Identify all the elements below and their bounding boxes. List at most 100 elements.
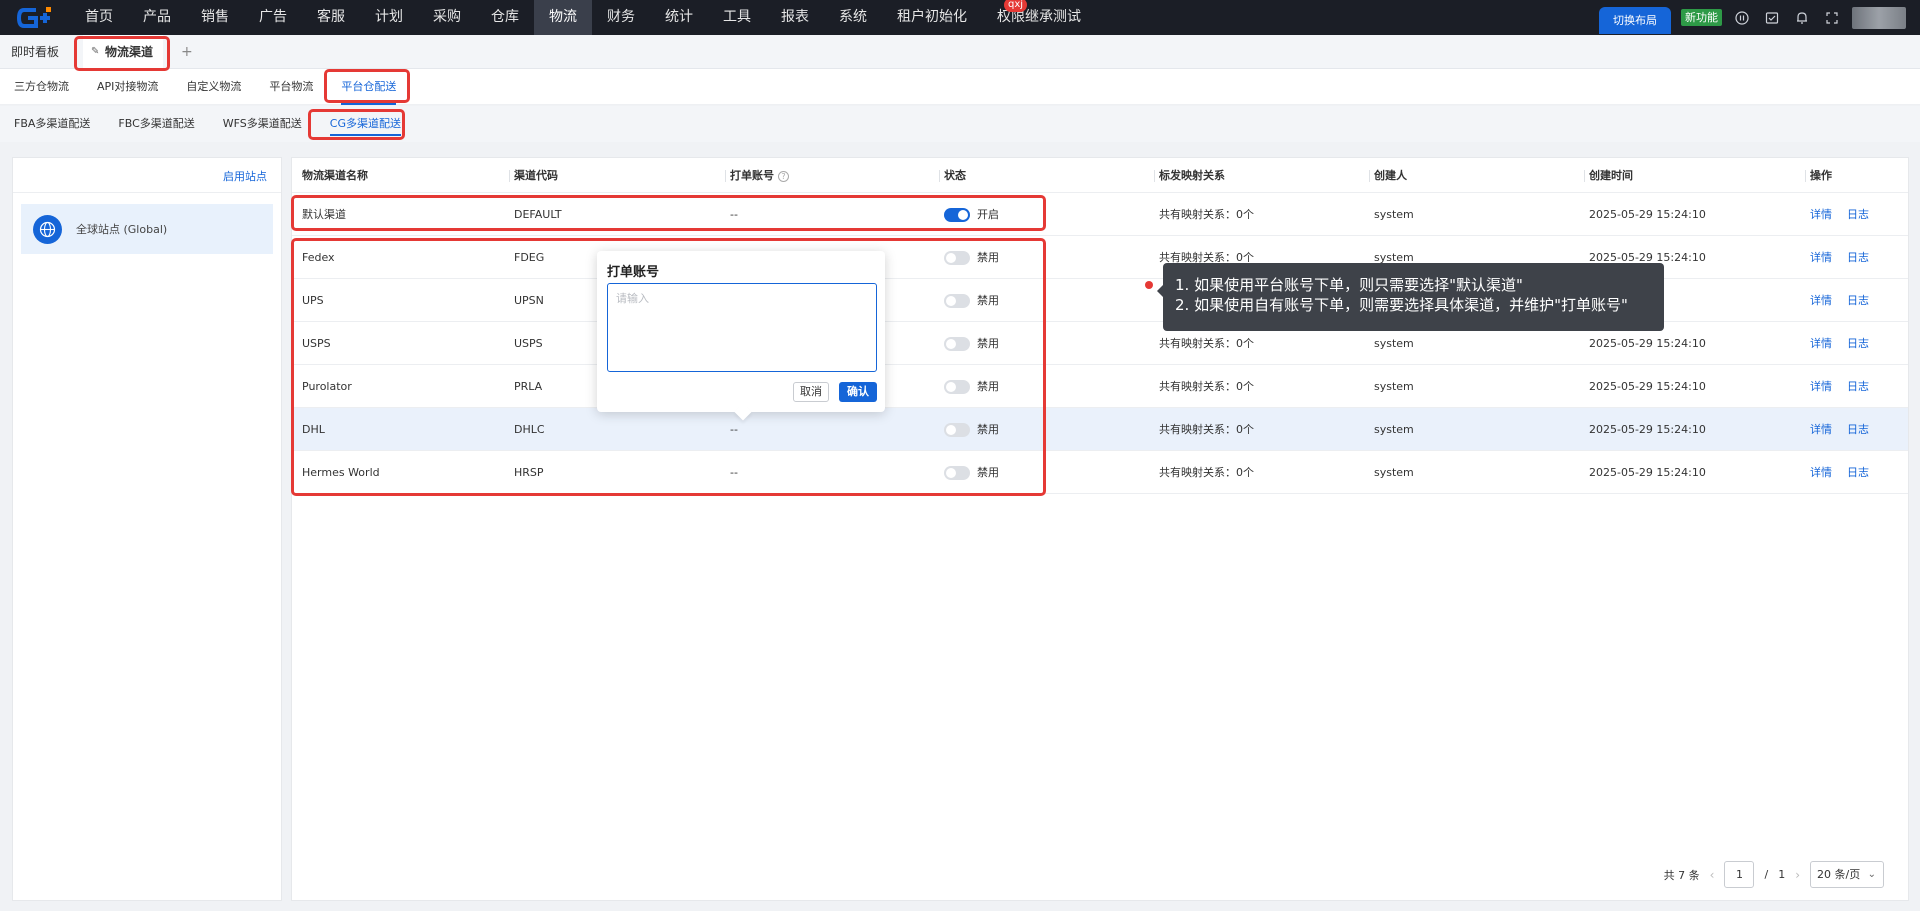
bell-icon[interactable]	[1792, 8, 1812, 28]
prev-page-icon[interactable]: ‹	[1710, 868, 1715, 882]
site-label: 全球站点 (Global)	[76, 223, 168, 236]
mapping-count: 共有映射关系：0个	[1159, 423, 1254, 436]
page-tab-bar: 即时看板 ✎ 物流渠道 +	[0, 34, 1920, 69]
channel-name: USPS	[302, 337, 331, 350]
site-item-global[interactable]: 全球站点 (Global)	[21, 204, 273, 254]
nav-item-4[interactable]: 客服	[302, 0, 360, 35]
log-link[interactable]: 日志	[1847, 408, 1869, 451]
detail-link[interactable]: 详情	[1810, 451, 1832, 494]
status-toggle[interactable]	[944, 466, 970, 480]
nav-item-8[interactable]: 物流	[534, 0, 592, 35]
account-input[interactable]	[607, 283, 877, 372]
mapping-count: 共有映射关系：0个	[1159, 466, 1254, 479]
current-page-input[interactable]: 1	[1724, 861, 1755, 888]
enable-site-link[interactable]: 启用站点	[223, 168, 267, 184]
mapping-count: 共有映射关系：0个	[1159, 380, 1254, 393]
table-row[interactable]: 默认渠道 DEFAULT -- 共有映射关系：0个 system 2025-05-29 1…	[292, 193, 1908, 236]
column-header-label: 状态	[944, 169, 966, 182]
status-label: 禁用	[977, 423, 999, 436]
channel-table-panel: 物流渠道名称 渠道代码 打单账号? 状态 标发映射关系 创建人 创建时间 操作 默认渠道 DEF…	[291, 157, 1909, 901]
status-toggle[interactable]	[944, 337, 970, 351]
confirm-button[interactable]: 确认	[839, 382, 877, 402]
log-link[interactable]: 日志	[1847, 365, 1869, 408]
table-row[interactable]: Fedex FDEG 共有映射关系：0个 system 2025-05-29 15:24…	[292, 236, 1908, 279]
nav-item-label: 租户初始化	[897, 9, 967, 25]
creator: system	[1374, 466, 1414, 479]
next-page-icon[interactable]: ›	[1795, 868, 1800, 882]
nav-item-13[interactable]: 系统	[824, 0, 882, 35]
subtab-0[interactable]: 三方仓物流	[0, 69, 83, 105]
table-row[interactable]: Hermes World HRSP -- 共有映射关系：0个 system 2025-05…	[292, 451, 1908, 494]
table-row[interactable]: USPS USPS 共有映射关系：0个 system 2025-05-29 15:24:…	[292, 322, 1908, 365]
tab-logistics-channel[interactable]: ✎ 物流渠道	[83, 34, 164, 69]
popover-title: 打单账号	[607, 265, 660, 280]
channel-code: USPS	[514, 337, 543, 350]
nav-item-6[interactable]: 采购	[418, 0, 476, 35]
detail-link[interactable]: 详情	[1810, 236, 1832, 279]
tooltip-line-1: 1. 如果使用平台账号下单，则只需要选择"默认渠道"	[1175, 276, 1523, 294]
help-icon[interactable]: ?	[778, 170, 789, 182]
subtab-3[interactable]: 平台物流	[255, 69, 327, 105]
status-toggle[interactable]	[944, 380, 970, 394]
nav-item-3[interactable]: 广告	[244, 0, 302, 35]
tab-dashboard[interactable]: 即时看板	[0, 35, 69, 69]
status-toggle[interactable]	[944, 208, 970, 222]
table-row[interactable]: UPS UPSN 禁用 详情 日志	[292, 279, 1908, 322]
app-logo[interactable]	[14, 0, 56, 35]
channel-subtab-0[interactable]: FBA多渠道配送	[0, 106, 104, 142]
pin-icon[interactable]: ✎	[91, 35, 99, 69]
status-toggle[interactable]	[944, 251, 970, 265]
new-feature-badge[interactable]: 新功能	[1681, 9, 1722, 26]
nav-item-1[interactable]: 产品	[128, 0, 186, 35]
channel-subtab-3[interactable]: CG多渠道配送	[316, 106, 415, 142]
channel-subtab-2[interactable]: WFS多渠道配送	[209, 106, 316, 142]
creator: system	[1374, 423, 1414, 436]
cancel-button[interactable]: 取消	[793, 382, 829, 402]
nav-item-0[interactable]: 首页	[70, 0, 128, 35]
nav-item-14[interactable]: 租户初始化	[882, 0, 982, 35]
nav-item-7[interactable]: 仓库	[476, 0, 534, 35]
channel-subtab-1[interactable]: FBC多渠道配送	[104, 106, 208, 142]
nav-item-label: 系统	[839, 9, 867, 25]
page-size-select[interactable]: 20 条/页 ⌄	[1810, 861, 1884, 888]
fullscreen-icon[interactable]	[1822, 8, 1842, 28]
column-separator	[1154, 170, 1155, 182]
creator: system	[1374, 380, 1414, 393]
nav-item-2[interactable]: 销售	[186, 0, 244, 35]
detail-link[interactable]: 详情	[1810, 408, 1832, 451]
log-link[interactable]: 日志	[1847, 236, 1869, 279]
column-header-label: 操作	[1810, 169, 1832, 182]
table-row[interactable]: DHL DHLC -- 共有映射关系：0个 system 2025-05-29 15:24…	[292, 408, 1908, 451]
nav-item-10[interactable]: 统计	[650, 0, 708, 35]
account-popover: 打单账号 取消 确认	[597, 251, 885, 412]
task-check-icon[interactable]	[1762, 8, 1782, 28]
pause-icon[interactable]	[1732, 8, 1752, 28]
status-toggle[interactable]	[944, 423, 970, 437]
detail-link[interactable]: 详情	[1810, 193, 1832, 236]
globe-icon	[33, 214, 62, 244]
subtab-2[interactable]: 自定义物流	[172, 69, 255, 105]
channel-name: DHL	[302, 423, 325, 436]
top-navigation: 首页 产品 销售 广告 客服 计划 采购 仓库 物流 财务 统计 工具 报表 系统 租户初始化 权限继承测试 q…	[0, 0, 1920, 35]
nav-item-5[interactable]: 计划	[360, 0, 418, 35]
log-link[interactable]: 日志	[1847, 322, 1869, 365]
subtab-1[interactable]: API对接物流	[83, 69, 172, 105]
nav-item-label: 产品	[143, 9, 171, 25]
detail-link[interactable]: 详情	[1810, 279, 1832, 322]
table-row[interactable]: Purolator PRLA 共有映射关系：0个 system 2025-05-29 1…	[292, 365, 1908, 408]
log-link[interactable]: 日志	[1847, 193, 1869, 236]
user-avatar[interactable]	[1852, 6, 1906, 29]
log-link[interactable]: 日志	[1847, 451, 1869, 494]
status-toggle[interactable]	[944, 294, 970, 308]
detail-link[interactable]: 详情	[1810, 365, 1832, 408]
subtab-4[interactable]: 平台仓配送	[327, 69, 410, 105]
nav-item-15[interactable]: 权限继承测试 qxj	[982, 0, 1096, 35]
divider	[13, 192, 281, 193]
nav-item-12[interactable]: 报表	[766, 0, 824, 35]
switch-layout-button[interactable]: 切换布局	[1599, 7, 1671, 34]
nav-item-9[interactable]: 财务	[592, 0, 650, 35]
add-tab-button[interactable]: +	[181, 44, 193, 60]
detail-link[interactable]: 详情	[1810, 322, 1832, 365]
log-link[interactable]: 日志	[1847, 279, 1869, 322]
nav-item-11[interactable]: 工具	[708, 0, 766, 35]
